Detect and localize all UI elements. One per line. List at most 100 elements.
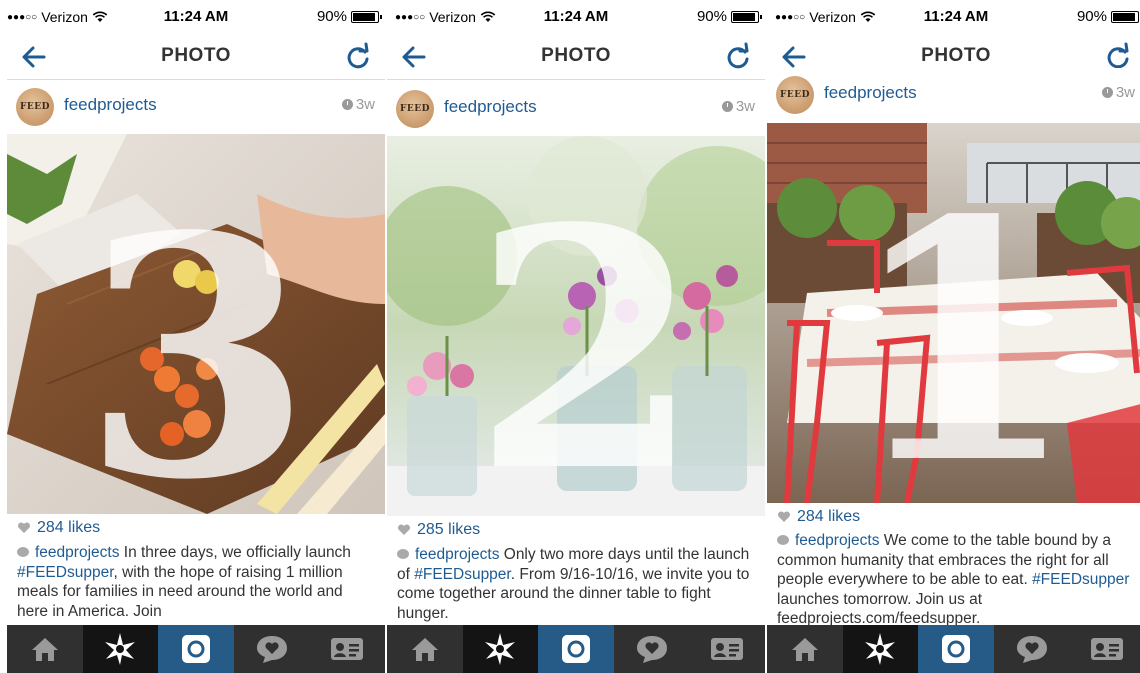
activity-heart-bubble-icon xyxy=(1016,636,1047,663)
nav-bar: PHOTO xyxy=(387,34,765,80)
tab-activity[interactable] xyxy=(994,625,1070,673)
battery-percent: 90% xyxy=(696,8,727,25)
caption-hashtag[interactable]: #FEEDsupper xyxy=(1032,571,1129,588)
comment-bubble-icon xyxy=(777,535,789,545)
avatar[interactable]: FEED xyxy=(396,90,434,128)
countdown-number: 2 xyxy=(472,156,702,516)
clock-icon xyxy=(341,99,353,110)
tab-bar xyxy=(767,625,1140,673)
activity-heart-bubble-icon xyxy=(636,636,667,663)
explore-star-icon xyxy=(485,633,516,665)
comment-bubble-icon xyxy=(397,549,409,559)
clock-icon xyxy=(721,101,733,112)
tab-activity[interactable] xyxy=(614,625,690,673)
avatar[interactable]: FEED xyxy=(776,76,814,114)
profile-card-icon xyxy=(711,638,744,660)
explore-star-icon xyxy=(105,633,136,665)
likes-text: 284 likes xyxy=(797,508,861,525)
tab-home[interactable] xyxy=(767,625,843,673)
clock-icon xyxy=(1101,87,1113,98)
post-photo[interactable]: 2 xyxy=(387,136,765,516)
caption-hashtag[interactable]: #FEEDsupper xyxy=(17,564,114,581)
avatar[interactable]: FEED xyxy=(16,88,54,126)
home-icon xyxy=(31,638,58,661)
likes-count[interactable]: 284 likes xyxy=(17,519,100,537)
status-bar: ●●●○○ Verizon 11:24 AM 90% xyxy=(767,0,1140,34)
home-icon xyxy=(791,638,818,661)
likes-text: 285 likes xyxy=(417,521,481,538)
post-username[interactable]: feedprojects xyxy=(824,83,917,103)
tab-home[interactable] xyxy=(387,625,463,673)
post-time-text: 3w xyxy=(735,98,755,115)
battery-level xyxy=(1113,12,1135,21)
post-timestamp: 3w xyxy=(1101,84,1135,101)
status-bar: ●●●○○ Verizon 11:24 AM 90% xyxy=(387,0,765,34)
caption: feedprojects We come to the table bound … xyxy=(777,531,1137,629)
tab-explore[interactable] xyxy=(842,625,919,673)
likes-count[interactable]: 284 likes xyxy=(777,508,860,526)
status-battery-group: 90% xyxy=(316,8,382,25)
explore-star-icon xyxy=(865,633,896,665)
profile-card-icon xyxy=(1091,638,1124,660)
battery-percent: 90% xyxy=(1076,8,1107,25)
caption-text-pre: In three days, we officially launch xyxy=(119,544,351,561)
activity-heart-bubble-icon xyxy=(256,636,287,663)
countdown-number: 1 xyxy=(847,148,1077,503)
tab-explore[interactable] xyxy=(462,625,539,673)
battery-percent: 90% xyxy=(316,8,347,25)
post-timestamp: 3w xyxy=(721,98,755,115)
nav-bar: PHOTO xyxy=(7,34,385,80)
page-title: PHOTO xyxy=(921,45,991,66)
camera-icon xyxy=(941,635,970,663)
camera-icon xyxy=(561,635,590,663)
caption: feedprojects Only two more days until th… xyxy=(397,545,757,623)
post-time-text: 3w xyxy=(355,96,375,113)
tab-camera[interactable] xyxy=(918,625,994,673)
tab-profile[interactable] xyxy=(689,625,765,673)
likes-count[interactable]: 285 likes xyxy=(397,521,480,539)
post-time-text: 3w xyxy=(1115,84,1135,101)
profile-card-icon xyxy=(331,638,364,660)
page-title: PHOTO xyxy=(161,45,231,66)
cutting-board-photo: 3 xyxy=(7,134,385,514)
battery-level xyxy=(733,12,755,21)
caption-text-post: launches tomorrow. Join us at feedprojec… xyxy=(777,590,983,628)
tab-home[interactable] xyxy=(7,625,83,673)
caption-username[interactable]: feedprojects xyxy=(35,544,119,561)
tab-profile[interactable] xyxy=(309,625,385,673)
phone-screen-3: ●●●○○ Verizon 11:24 AM 90% PHOTO FEED fe… xyxy=(767,0,1140,673)
phone-screen-2: ●●●○○ Verizon 11:24 AM 90% PHOTO FEED fe… xyxy=(387,0,765,673)
battery-level xyxy=(353,12,375,21)
heart-icon xyxy=(17,522,31,533)
status-battery-group: 90% xyxy=(1077,8,1139,25)
tab-bar xyxy=(387,625,765,673)
likes-text: 284 likes xyxy=(37,519,101,536)
tab-profile[interactable] xyxy=(1069,625,1140,673)
tab-explore[interactable] xyxy=(82,625,159,673)
page-title: PHOTO xyxy=(541,45,611,66)
caption-hashtag[interactable]: #FEEDsupper xyxy=(414,566,511,583)
tab-activity[interactable] xyxy=(234,625,310,673)
refresh-icon[interactable] xyxy=(723,42,753,72)
post-photo[interactable]: 3 xyxy=(7,134,385,514)
battery-icon xyxy=(351,10,382,23)
post-header: FEED feedprojects 3w xyxy=(767,68,1140,122)
post-photo[interactable]: 1 xyxy=(767,123,1140,503)
battery-icon xyxy=(1111,10,1139,23)
status-battery-group: 90% xyxy=(696,8,762,25)
post-username[interactable]: feedprojects xyxy=(444,97,537,117)
post-username[interactable]: feedprojects xyxy=(64,95,157,115)
refresh-icon[interactable] xyxy=(343,42,373,72)
tab-camera[interactable] xyxy=(158,625,234,673)
flower-jars-photo: 2 xyxy=(387,136,765,516)
post-header: FEED feedprojects 3w xyxy=(387,82,765,136)
tab-camera[interactable] xyxy=(538,625,614,673)
caption-username[interactable]: feedprojects xyxy=(415,546,499,563)
heart-icon xyxy=(777,511,791,522)
caption-username[interactable]: feedprojects xyxy=(795,532,879,549)
heart-icon xyxy=(397,524,411,535)
countdown-number: 3 xyxy=(82,164,312,514)
tab-bar xyxy=(7,625,385,673)
post-timestamp: 3w xyxy=(341,96,375,113)
phone-screen-1: ●●●○○ Verizon 11:24 AM 90% PHOTO FEED fe… xyxy=(7,0,385,673)
